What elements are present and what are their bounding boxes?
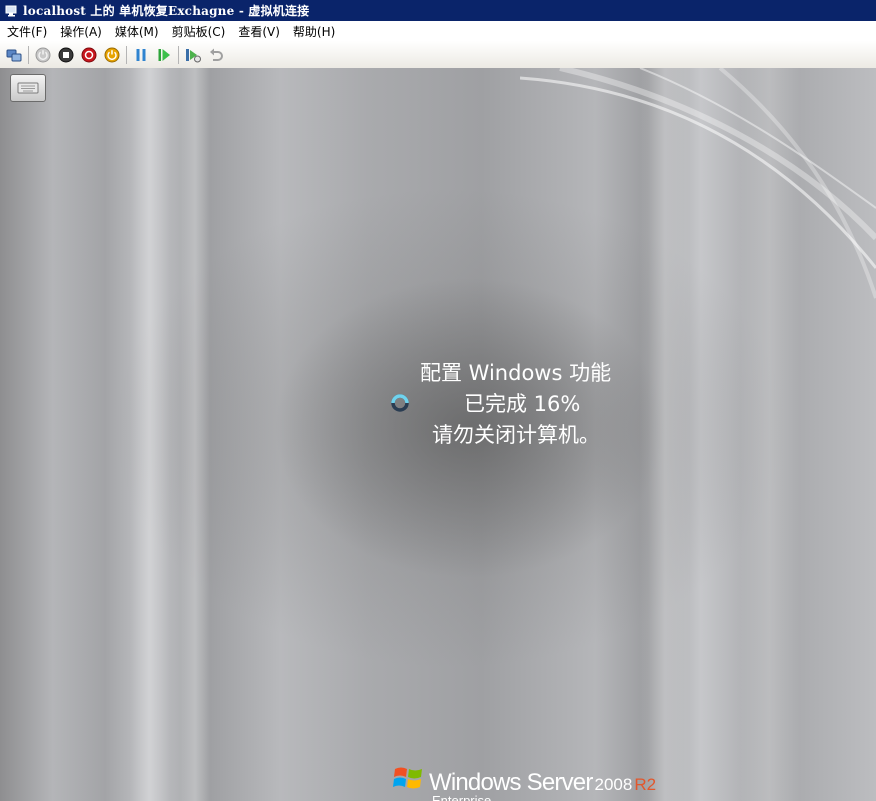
background-streak: [130, 68, 170, 801]
shut-down-icon[interactable]: [80, 46, 98, 64]
brand-version: 2008: [594, 775, 633, 794]
status-title: 配置 Windows 功能: [420, 361, 612, 385]
toolbar-separator: [126, 45, 127, 64]
brand-name: Windows Server: [429, 769, 593, 796]
brand-release: R2: [634, 775, 657, 794]
toolbar-separator: [178, 45, 179, 64]
pause-icon[interactable]: [132, 46, 150, 64]
menu-help[interactable]: 帮助(H): [286, 23, 341, 40]
revert-icon[interactable]: [207, 46, 225, 64]
background-swoosh: [520, 68, 876, 299]
vm-connection-icon: [5, 4, 19, 18]
menu-media[interactable]: 媒体(M): [108, 23, 165, 40]
background-streak: [180, 68, 210, 801]
menu-clipboard[interactable]: 剪贴板(C): [165, 23, 232, 40]
loading-spinner-icon: [390, 393, 410, 413]
status-progress: 已完成 16%: [464, 392, 581, 416]
vm-connection-window: localhost 上的 单机恢复Exchagne - 虚拟机连接 文件(F) …: [0, 0, 876, 801]
power-icon[interactable]: [103, 46, 121, 64]
menu-action[interactable]: 操作(A): [53, 23, 108, 40]
vm-screen[interactable]: 配置 Windows 功能 已完成 16% 请勿关闭计算机。 Windows S…: [0, 68, 876, 801]
menu-file[interactable]: 文件(F): [0, 23, 53, 40]
brand-edition: Enterprise: [432, 793, 492, 801]
title-bar[interactable]: localhost 上的 单机恢复Exchagne - 虚拟机连接: [0, 0, 876, 21]
toolbar-separator: [28, 45, 29, 64]
resume-icon[interactable]: [155, 46, 173, 64]
menu-bar: 文件(F) 操作(A) 媒体(M) 剪贴板(C) 查看(V) 帮助(H): [0, 21, 876, 41]
status-warning: 请勿关闭计算机。: [432, 423, 600, 447]
snapshot-icon[interactable]: [184, 46, 202, 64]
turn-off-icon[interactable]: [57, 46, 75, 64]
ctrl-alt-del-icon[interactable]: [5, 46, 23, 64]
menu-view[interactable]: 查看(V): [231, 23, 286, 40]
keyboard-icon: [17, 79, 39, 98]
keyboard-button[interactable]: [10, 74, 46, 102]
window-title: localhost 上的 单机恢复Exchagne - 虚拟机连接: [23, 4, 310, 18]
windows-logo-icon: [392, 761, 426, 795]
windows-server-brand: Windows Server 2008 R2: [392, 761, 656, 795]
start-icon[interactable]: [34, 46, 52, 64]
toolbar: [0, 41, 876, 69]
